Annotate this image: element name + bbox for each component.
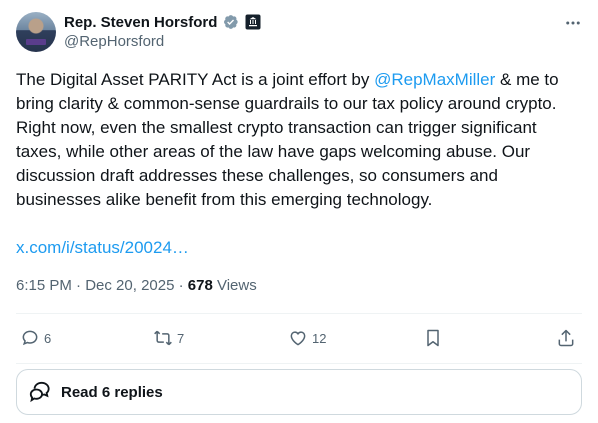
tweet-text-before: The Digital Asset PARITY Act is a joint … <box>16 70 375 89</box>
reply-icon <box>22 330 38 346</box>
author-handle[interactable]: @RepHorsford <box>64 33 164 50</box>
tweet-meta: 6:15 PM · Dec 20, 2025 · 678 Views <box>16 276 257 296</box>
read-replies-label: Read 6 replies <box>61 383 163 401</box>
post-date[interactable]: Dec 20, 2025 <box>85 277 174 294</box>
like-icon <box>290 331 306 346</box>
reply-button[interactable]: 6 <box>20 322 51 354</box>
verified-badge-icon <box>224 15 239 29</box>
bookmark-button[interactable] <box>423 322 443 354</box>
more-options-icon[interactable] <box>564 14 582 32</box>
bookmark-icon <box>427 329 439 347</box>
action-bar: 6 7 12 <box>16 322 582 354</box>
tweet-text: The Digital Asset PARITY Act is a joint … <box>16 68 586 212</box>
avatar[interactable] <box>16 12 56 52</box>
tweet-text-after: & me to bring clarity & common-sense gua… <box>16 70 559 209</box>
repost-icon <box>154 330 172 346</box>
like-count: 12 <box>312 330 327 346</box>
read-replies-button[interactable]: Read 6 replies <box>16 369 582 415</box>
divider <box>16 363 582 364</box>
post-time[interactable]: 6:15 PM <box>16 277 72 294</box>
share-button[interactable] <box>556 322 576 354</box>
reply-count: 6 <box>44 330 52 346</box>
views-count: 678 <box>187 277 213 294</box>
views-label: Views <box>212 277 257 294</box>
repost-button[interactable]: 7 <box>153 322 184 354</box>
like-button[interactable]: 12 <box>288 322 326 354</box>
display-name[interactable]: Rep. Steven Horsford <box>64 14 217 31</box>
share-icon <box>558 329 574 347</box>
mention-link[interactable]: @RepMaxMiller <box>374 70 495 89</box>
repost-count: 7 <box>177 330 185 346</box>
meta-separator: · <box>174 277 188 294</box>
chat-bubbles-icon <box>29 381 50 403</box>
divider <box>16 313 582 314</box>
status-link[interactable]: x.com/i/status/20024… <box>16 236 189 260</box>
meta-separator: · <box>71 277 86 294</box>
author-name-row: Rep. Steven Horsford <box>64 12 261 32</box>
government-label-icon <box>245 14 261 30</box>
